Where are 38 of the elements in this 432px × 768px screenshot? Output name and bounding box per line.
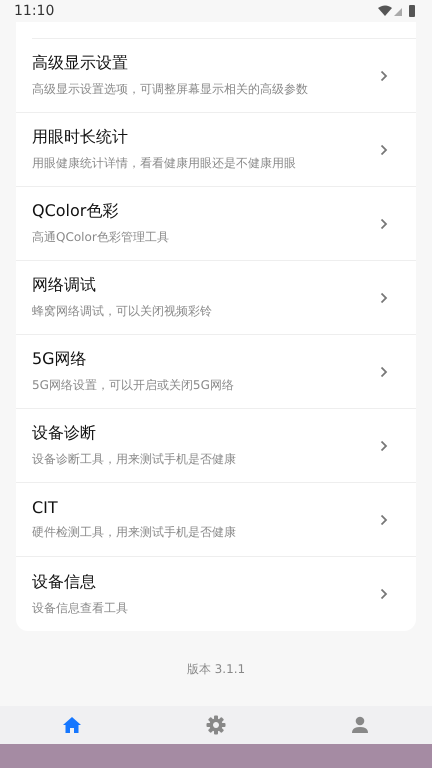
item-title: 用眼时长统计 (32, 127, 129, 148)
settings-item[interactable]: 网络调试 蜂窝网络调试，可以关闭视频彩铃 (16, 261, 416, 335)
settings-item[interactable]: 设备诊断 设备诊断工具，用来测试手机是否健康 (16, 409, 416, 483)
chevron-icon (380, 588, 388, 600)
status-icons (378, 4, 418, 18)
item-title: 高级显示设置 (32, 53, 129, 74)
item-subtitle: 设备诊断工具，用来测试手机是否健康 (32, 451, 236, 468)
item-title: 设备信息 (32, 572, 97, 592)
item-title: 网络调试 (32, 275, 97, 296)
settings-item[interactable]: 高级显示设置 高级显示设置选项，可调整屏幕显示相关的高级参数 (16, 39, 416, 113)
item-subtitle: 蜂窝网络调试，可以关闭视频彩铃 (32, 303, 212, 320)
item-title: QColor色彩 (32, 201, 120, 222)
settings-item[interactable]: 设备信息 设备信息查看工具 (16, 557, 416, 631)
chevron-icon (380, 70, 388, 82)
settings-item[interactable]: 5G网络 5G网络设置，可以开启或关闭5G网络 (16, 335, 416, 409)
profile-icon[interactable] (351, 716, 369, 734)
item-subtitle: 用眼健康统计详情，看看健康用眼还是不健康用眼 (32, 155, 296, 172)
item-subtitle: 高通QColor色彩管理工具 (32, 229, 169, 246)
settings-item[interactable]: CIT 硬件检测工具，用来测试手机是否健康 (16, 483, 416, 557)
item-title: 设备诊断 (32, 423, 97, 444)
chevron-icon (380, 144, 388, 156)
settings-item[interactable]: QColor色彩 高通QColor色彩管理工具 (16, 187, 416, 261)
item-title: 5G网络 (32, 349, 88, 370)
chevron-icon (380, 440, 388, 452)
status-time: 11:10 (14, 3, 54, 19)
settings-icon[interactable] (206, 715, 226, 735)
item-subtitle: 硬件检测工具，用来测试手机是否健康 (32, 524, 236, 541)
settings-item[interactable]: 用眼时长统计 用眼健康统计详情，看看健康用眼还是不健康用眼 (16, 113, 416, 187)
home-icon[interactable] (62, 716, 82, 734)
chevron-icon (380, 292, 388, 304)
item-subtitle: 高级显示设置选项，可调整屏幕显示相关的高级参数 (32, 81, 308, 98)
item-subtitle: 设备信息查看工具 (32, 600, 128, 616)
chevron-icon (380, 366, 388, 378)
chevron-icon (380, 514, 388, 526)
version-text: 版本 3.1.1 (186, 661, 246, 677)
item-subtitle: 5G网络设置，可以开启或关闭5G网络 (32, 377, 234, 394)
item-title: CIT (32, 498, 59, 517)
chevron-icon (380, 218, 388, 230)
